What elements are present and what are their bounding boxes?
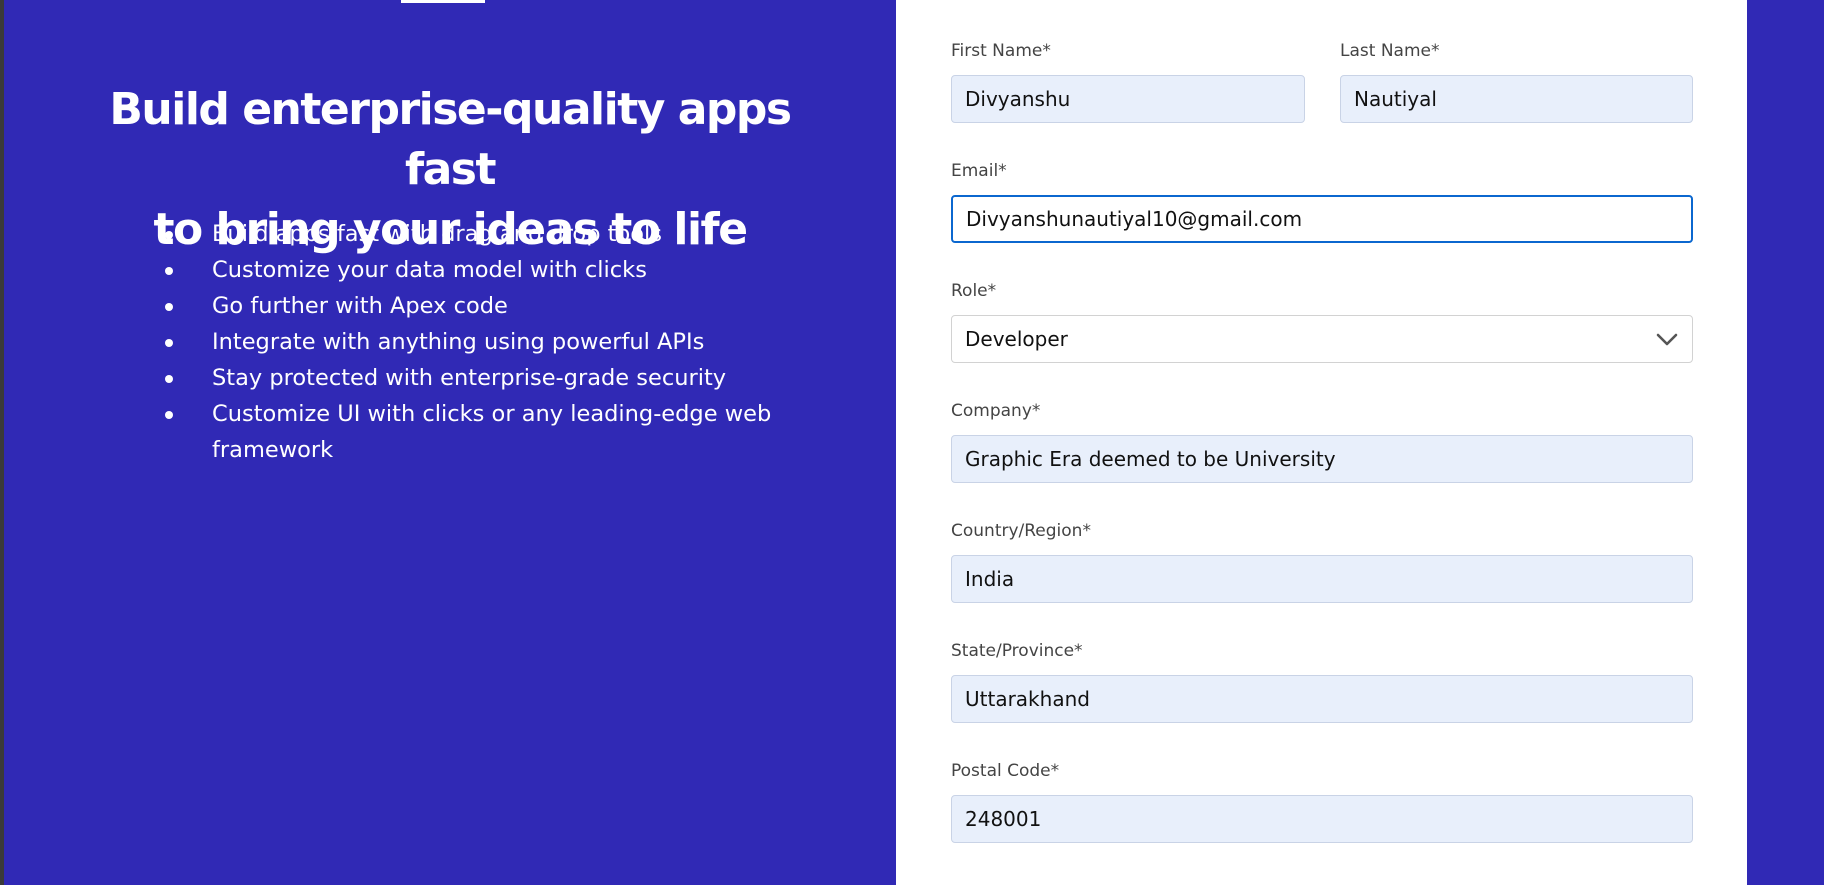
company-input[interactable]: Graphic Era deemed to be University	[951, 435, 1693, 483]
last-name-field: Last Name* Nautiyal	[1340, 40, 1693, 123]
role-field: Role* Developer	[951, 280, 1693, 363]
state-label: State/Province*	[951, 641, 1083, 661]
company-label: Company*	[951, 401, 1041, 421]
window-edge	[0, 0, 4, 885]
feature-list: Build apps fast with drag and drop tools…	[155, 216, 795, 468]
role-label: Role*	[951, 281, 997, 301]
feature-item: Stay protected with enterprise-grade sec…	[155, 360, 795, 396]
last-name-input[interactable]: Nautiyal	[1340, 75, 1693, 123]
logo-fragment	[401, 0, 485, 3]
feature-text: Build apps fast with drag and drop tools	[212, 221, 662, 247]
feature-item: Go further with Apex code	[155, 288, 795, 324]
feature-item: Customize your data model with clicks	[155, 252, 795, 288]
feature-item: Customize UI with clicks or any leading-…	[155, 396, 795, 432]
bullet-icon	[165, 303, 173, 311]
postal-code-label: Postal Code*	[951, 761, 1060, 781]
last-name-label: Last Name*	[1340, 41, 1440, 61]
bullet-icon	[165, 411, 173, 419]
email-label: Email*	[951, 161, 1007, 181]
feature-text: Go further with Apex code	[212, 293, 508, 319]
country-field: Country/Region* India	[951, 520, 1693, 603]
bullet-icon	[165, 375, 173, 383]
first-name-field: First Name* Divyanshu	[951, 40, 1305, 123]
feature-text: Integrate with anything using powerful A…	[212, 329, 705, 355]
feature-text: Stay protected with enterprise-grade sec…	[212, 365, 727, 391]
first-name-input[interactable]: Divyanshu	[951, 75, 1305, 123]
signup-page: Build enterprise-quality apps fast to br…	[0, 0, 1824, 885]
feature-item: Build apps fast with drag and drop tools	[155, 216, 795, 252]
postal-code-field: Postal Code* 248001	[951, 760, 1693, 843]
hero-title-line-1: Build enterprise-quality apps fast	[109, 84, 792, 195]
role-selected-value: Developer	[965, 327, 1068, 351]
first-name-label: First Name*	[951, 41, 1051, 61]
email-field: Email* Divyanshunautiyal10@gmail.com	[951, 160, 1693, 243]
role-select[interactable]: Developer	[951, 315, 1693, 363]
feature-item-continuation: framework	[155, 432, 795, 468]
email-input[interactable]: Divyanshunautiyal10@gmail.com	[951, 195, 1693, 243]
country-select[interactable]: India	[951, 555, 1693, 603]
signup-form: First Name* Divyanshu Last Name* Nautiya…	[896, 0, 1747, 885]
state-field: State/Province* Uttarakhand	[951, 640, 1693, 723]
feature-text: framework	[212, 437, 334, 463]
bullet-icon	[165, 267, 173, 275]
feature-item: Integrate with anything using powerful A…	[155, 324, 795, 360]
country-label: Country/Region*	[951, 521, 1091, 541]
bullet-icon	[165, 231, 173, 239]
feature-text: Customize your data model with clicks	[212, 257, 647, 283]
bullet-icon	[165, 339, 173, 347]
feature-text: Customize UI with clicks or any leading-…	[212, 401, 772, 427]
postal-code-input[interactable]: 248001	[951, 795, 1693, 843]
chevron-down-icon[interactable]	[1655, 327, 1679, 351]
company-field: Company* Graphic Era deemed to be Univer…	[951, 400, 1693, 483]
state-select[interactable]: Uttarakhand	[951, 675, 1693, 723]
